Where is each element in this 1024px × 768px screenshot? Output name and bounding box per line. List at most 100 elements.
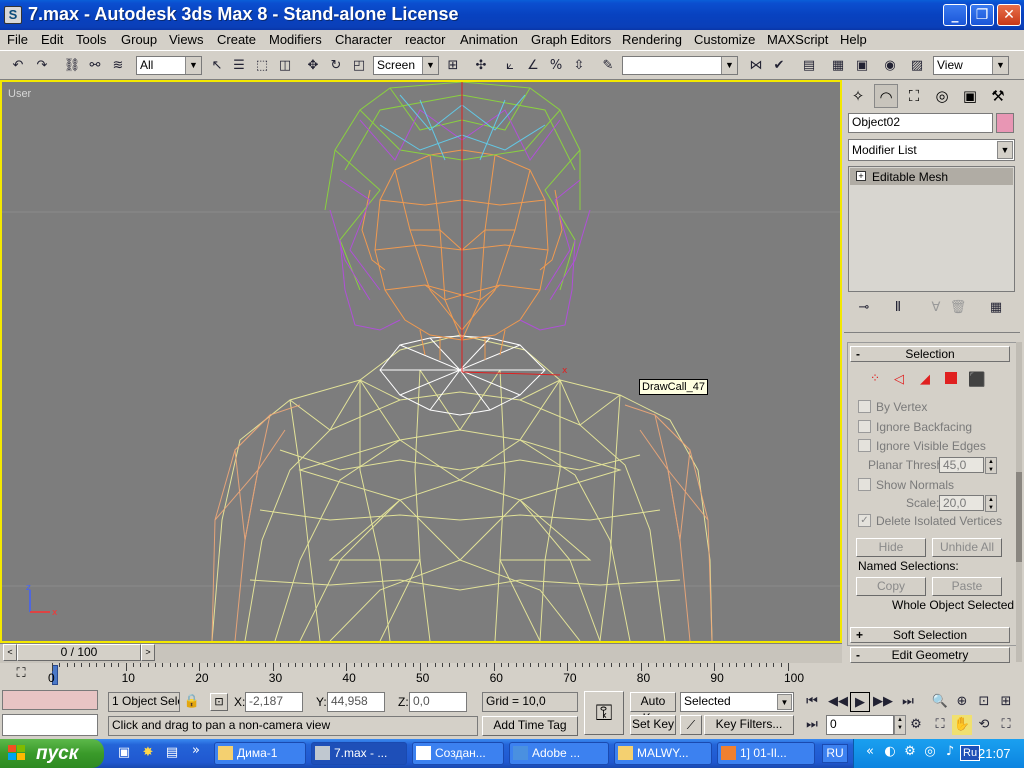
y-coordinate-field[interactable]: 44,958 [327, 692, 385, 712]
edit-geometry-rollout-header[interactable]: - Edit Geometry [850, 647, 1010, 663]
select-object-icon[interactable]: ↖ [207, 56, 227, 76]
element-level-icon[interactable]: ⬛ [968, 371, 985, 388]
percent-snap-icon[interactable]: % [546, 56, 566, 76]
user-viewport[interactable]: x z x User [0, 80, 842, 643]
paste-button[interactable]: Paste [932, 577, 1002, 596]
planar-thresh-field[interactable]: 45,0 [939, 457, 984, 473]
window-crossing-icon[interactable]: ◫ [275, 56, 295, 76]
utilities-tab-icon[interactable]: ⚒ [986, 84, 1010, 108]
polygon-level-icon[interactable] [945, 372, 957, 384]
task-3dsmax[interactable]: 7.max - ... [311, 742, 407, 765]
select-by-name-icon[interactable]: ☰ [229, 56, 249, 76]
soft-selection-rollout-header[interactable]: + Soft Selection [850, 627, 1010, 643]
redo-icon[interactable]: ↷ [32, 56, 52, 76]
normals-scale-spinner[interactable]: ▲ ▼ [985, 495, 997, 512]
make-unique-icon[interactable]: ∀ [926, 298, 946, 318]
close-button[interactable]: ✕ [997, 4, 1021, 26]
maxscript-input[interactable] [2, 714, 98, 736]
select-and-link-icon[interactable]: ⛓ [62, 56, 82, 76]
edge-level-icon[interactable]: ◁ [894, 371, 904, 387]
create-tab-icon[interactable]: ✧ [846, 84, 870, 108]
task-word[interactable]: Создан... [412, 742, 504, 765]
mirror-icon[interactable]: ⋈ [746, 56, 766, 76]
quicklaunch-2-icon[interactable]: ✸ [138, 743, 158, 763]
task-adobe[interactable]: Adobe ... [509, 742, 609, 765]
menu-character[interactable]: Character [335, 32, 392, 47]
material-editor-icon[interactable]: ◉ [880, 56, 900, 76]
menu-views[interactable]: Views [169, 32, 203, 47]
z-coordinate-field[interactable]: 0,0 [409, 692, 467, 712]
tray-app-3-icon[interactable]: ◎ [920, 742, 940, 762]
maximize-viewport-icon[interactable]: ⛶ [996, 715, 1016, 735]
render-scene-icon[interactable]: ▨ [907, 56, 927, 76]
configure-modifier-sets-icon[interactable]: ▦ [986, 298, 1006, 318]
current-frame-field[interactable]: 0 [826, 715, 894, 735]
normals-scale-field[interactable]: 20,0 [939, 495, 984, 511]
task-folder-dima[interactable]: Дима-1 [214, 742, 306, 765]
menu-customize[interactable]: Customize [694, 32, 755, 47]
object-name-field[interactable]: Object02 [848, 113, 993, 133]
set-key-button[interactable]: Set Key [630, 715, 676, 735]
remove-modifier-icon[interactable]: 🗑 [948, 298, 968, 318]
menu-group[interactable]: Group [121, 32, 157, 47]
maxscript-listener-mini[interactable] [2, 690, 98, 710]
next-frame-icon[interactable]: ▶▶ [873, 692, 893, 712]
delete-isolated-checkbox[interactable]: ✓ [858, 514, 871, 527]
quicklaunch-3-icon[interactable]: ▤ [162, 743, 182, 763]
zoom-extents-all-icon[interactable]: ⊞ [996, 692, 1016, 712]
select-and-manipulate-icon[interactable]: ✣ [471, 56, 491, 76]
unhide-all-button[interactable]: Unhide All [932, 538, 1002, 557]
task-folder-malwy[interactable]: MALWY... [614, 742, 712, 765]
go-to-end-icon[interactable]: ⏭ [898, 692, 918, 712]
ignore-visible-edges-checkbox[interactable] [858, 439, 871, 452]
ignore-backfacing-checkbox[interactable] [858, 420, 871, 433]
tray-app-1-icon[interactable]: ◐ [880, 742, 900, 762]
time-slider-next-button[interactable]: > [141, 644, 155, 661]
zoom-all-icon[interactable]: ⊕ [952, 692, 972, 712]
show-end-result-icon[interactable]: Ⅱ [888, 298, 908, 318]
add-time-tag-button[interactable]: Add Time Tag [482, 716, 578, 736]
pivot-center-icon[interactable]: ⊞ [443, 56, 463, 76]
time-slider-prev-button[interactable]: < [3, 644, 17, 661]
edit-named-selection-icon[interactable]: ✎ [598, 56, 618, 76]
mini-curve-editor-icon[interactable]: ⛶ [12, 665, 30, 681]
menu-reactor[interactable]: reactor [405, 32, 445, 47]
play-animation-icon[interactable]: ▶ [850, 692, 870, 712]
arc-rotate-icon[interactable]: ⟲ [974, 715, 994, 735]
select-and-rotate-icon[interactable]: ↻ [326, 56, 346, 76]
volume-icon[interactable]: ♪ [940, 742, 960, 762]
object-color-swatch[interactable] [996, 113, 1014, 133]
stack-item-editable-mesh[interactable]: + Editable Mesh [850, 168, 1013, 185]
previous-frame-icon[interactable]: ◀◀ [828, 692, 848, 712]
key-mode-toggle-icon[interactable]: ⏭ [802, 715, 822, 735]
set-key-icon[interactable]: ⚿ [584, 691, 624, 735]
tray-expand-icon[interactable]: « [860, 742, 880, 762]
menu-animation[interactable]: Animation [460, 32, 518, 47]
render-type-dropdown[interactable]: View ▼ [933, 56, 1009, 75]
menu-rendering[interactable]: Rendering [622, 32, 682, 47]
schematic-view-icon[interactable]: ▣ [852, 56, 872, 76]
menu-file[interactable]: File [7, 32, 28, 47]
current-frame-spinner[interactable]: ▲ ▼ [894, 715, 906, 735]
quicklaunch-1-icon[interactable]: ▣ [114, 743, 134, 763]
selection-filter-dropdown[interactable]: All ▼ [136, 56, 202, 75]
rectangular-selection-icon[interactable]: ⬚ [252, 56, 272, 76]
command-panel-scrollbar[interactable] [1016, 342, 1022, 662]
modifier-list-dropdown[interactable]: Modifier List ▼ [848, 139, 1015, 161]
x-coordinate-field[interactable]: -2,187 [245, 692, 303, 712]
spinner-snap-icon[interactable]: ⇳ [569, 56, 589, 76]
absolute-offset-toggle-icon[interactable]: ⊡ [210, 693, 228, 711]
expand-icon[interactable]: + [856, 171, 866, 181]
select-and-scale-icon[interactable]: ◰ [349, 56, 369, 76]
tray-app-2-icon[interactable]: ⚙ [900, 742, 920, 762]
pan-view-icon[interactable]: ✋ [952, 715, 972, 735]
menu-graph-editors[interactable]: Graph Editors [531, 32, 611, 47]
region-zoom-icon[interactable]: ⛶ [930, 715, 950, 735]
menu-create[interactable]: Create [217, 32, 256, 47]
vertex-level-icon[interactable]: ⁘ [870, 371, 880, 385]
menu-edit[interactable]: Edit [41, 32, 63, 47]
hierarchy-tab-icon[interactable]: ⛶ [902, 84, 926, 108]
copy-button[interactable]: Copy [856, 577, 926, 596]
zoom-icon[interactable]: 🔍 [930, 692, 950, 712]
pin-stack-icon[interactable]: ⊸ [854, 298, 874, 318]
